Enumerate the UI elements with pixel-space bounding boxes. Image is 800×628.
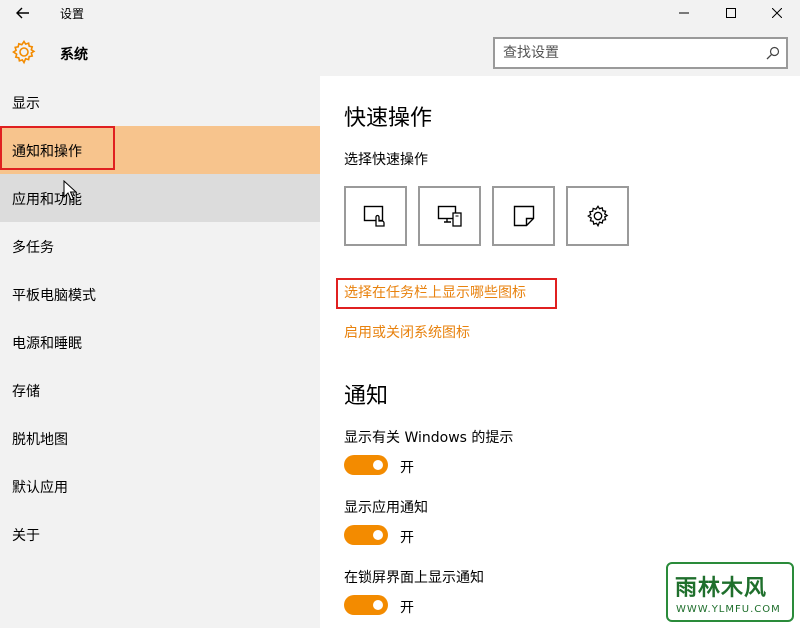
note-icon [513, 205, 534, 227]
system-icons-link[interactable]: 启用或关闭系统图标 [344, 322, 470, 342]
window-title: 设置 [60, 7, 85, 21]
toggle-state-label: 开 [400, 530, 414, 546]
connect-icon [437, 205, 462, 227]
sidebar-item-offline-maps[interactable]: 脱机地图 [0, 414, 320, 462]
main-content: 快速操作 选择快速操作 选择在任务栏上显示哪些图标 启用或关闭系统图标 通知 显… [320, 76, 800, 628]
quick-action-tile-connect[interactable] [418, 186, 481, 246]
sidebar-item-label: 电源和睡眠 [12, 336, 82, 352]
sidebar-item-label: 默认应用 [12, 480, 68, 496]
notifications-heading: 通知 [344, 384, 389, 409]
lock-screen-notifications-toggle[interactable] [344, 595, 388, 615]
watermark-text: 雨林木风 [675, 575, 768, 601]
maximize-button[interactable] [708, 0, 754, 26]
quick-actions-subheading: 选择快速操作 [344, 152, 428, 168]
setting-label: 在锁屏界面上显示通知 [344, 570, 484, 586]
quick-action-tile-tablet-mode[interactable] [344, 186, 407, 246]
sidebar-item-label: 多任务 [12, 240, 54, 256]
quick-actions-heading: 快速操作 [344, 106, 433, 131]
toggle-knob [373, 530, 383, 540]
settings-icon [586, 205, 608, 228]
sidebar-item-label: 平板电脑模式 [12, 288, 96, 304]
tablet-mode-icon [363, 205, 385, 227]
sidebar-item-label: 显示 [12, 96, 40, 112]
sidebar-item-label: 存储 [12, 384, 40, 400]
sidebar-item-storage[interactable]: 存储 [0, 366, 320, 414]
app-notifications-toggle[interactable] [344, 525, 388, 545]
sidebar-item-display[interactable]: 显示 [0, 78, 320, 126]
sidebar-item-tablet-mode[interactable]: 平板电脑模式 [0, 270, 320, 318]
setting-label: 显示应用通知 [344, 500, 428, 516]
minimize-icon [679, 12, 689, 14]
page-title: 系统 [60, 47, 88, 63]
sidebar-item-label: 关于 [12, 528, 40, 544]
search-box[interactable] [493, 37, 788, 69]
sidebar-item-multitasking[interactable]: 多任务 [0, 222, 320, 270]
sidebar-item-power-sleep[interactable]: 电源和睡眠 [0, 318, 320, 366]
toggle-knob [373, 460, 383, 470]
mouse-cursor-icon [63, 180, 77, 201]
close-icon [772, 8, 782, 18]
quick-action-tile-settings[interactable] [566, 186, 629, 246]
arrow-left-icon [16, 7, 29, 19]
sidebar-item-apps[interactable]: 应用和功能 [0, 174, 320, 222]
windows-tips-toggle[interactable] [344, 455, 388, 475]
sidebar-item-default-apps[interactable]: 默认应用 [0, 462, 320, 510]
back-button[interactable] [10, 2, 36, 24]
toggle-knob [373, 600, 383, 610]
sidebar-item-label: 脱机地图 [12, 432, 68, 448]
gear-icon [12, 40, 36, 65]
close-button[interactable] [754, 0, 800, 26]
maximize-icon [726, 8, 736, 18]
watermark-logo: 雨林木风 WWW.YLMFU.COM [666, 562, 794, 622]
search-input[interactable] [503, 43, 758, 63]
toggle-state-label: 开 [400, 600, 414, 616]
watermark-url: WWW.YLMFU.COM [676, 604, 781, 615]
quick-action-tile-note[interactable] [492, 186, 555, 246]
highlight-frame [336, 278, 557, 309]
search-icon[interactable] [766, 46, 780, 60]
highlight-frame [0, 126, 115, 170]
sidebar-item-about[interactable]: 关于 [0, 510, 320, 558]
minimize-button[interactable] [661, 0, 707, 26]
setting-label: 显示有关 Windows 的提示 [344, 430, 514, 446]
toggle-state-label: 开 [400, 460, 414, 476]
title-bar: 设置 [0, 0, 800, 28]
sidebar-nav: 显示 通知和操作 应用和功能 多任务 平板电脑模式 电源和睡眠 存储 脱机地图 … [0, 76, 320, 628]
page-header: 系统 [0, 28, 800, 76]
